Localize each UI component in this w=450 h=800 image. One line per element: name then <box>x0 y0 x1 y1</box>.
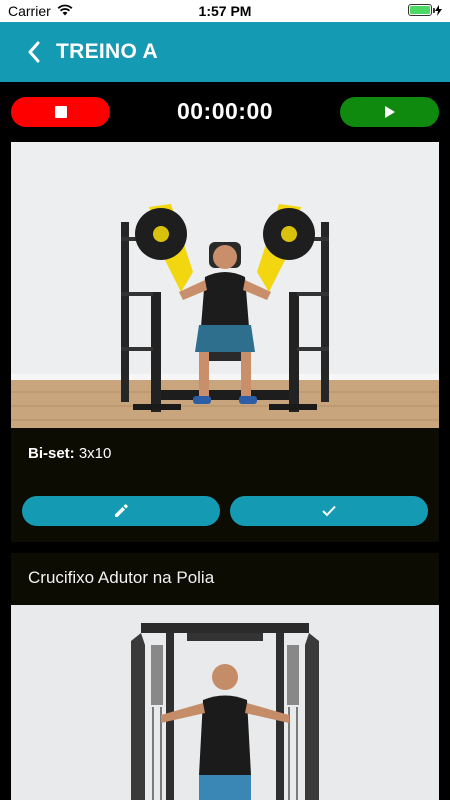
complete-exercise-button[interactable] <box>230 496 428 526</box>
chest-press-machine-photo <box>11 142 439 428</box>
app-bar: TREINO A <box>0 22 450 82</box>
chevron-left-icon <box>28 41 40 63</box>
exercise-title: Crucifixo Adutor na Polia <box>28 568 215 587</box>
pencil-icon <box>115 504 128 517</box>
play-button[interactable] <box>340 97 439 127</box>
exercise-card: Bi-set: 3x10 <box>11 142 439 542</box>
status-bar: Carrier 1:57 PM <box>0 0 450 22</box>
battery-icon <box>408 4 442 16</box>
status-time: 1:57 PM <box>198 3 252 19</box>
check-icon <box>322 505 336 517</box>
page-title: TREINO A <box>56 40 158 63</box>
set-label: Bi-set: <box>28 445 75 462</box>
workout-timer: 00:00:00 <box>0 82 450 142</box>
set-info: Bi-set: 3x10 <box>28 445 111 462</box>
set-value: 3x10 <box>78 445 112 462</box>
back-button[interactable] <box>14 32 54 72</box>
play-icon <box>384 106 395 118</box>
cable-crossover-photo <box>11 605 439 800</box>
exercise-card: Crucifixo Adutor na Polia <box>11 553 439 800</box>
charging-bolt-icon <box>435 4 442 16</box>
edit-exercise-button[interactable] <box>22 496 220 526</box>
